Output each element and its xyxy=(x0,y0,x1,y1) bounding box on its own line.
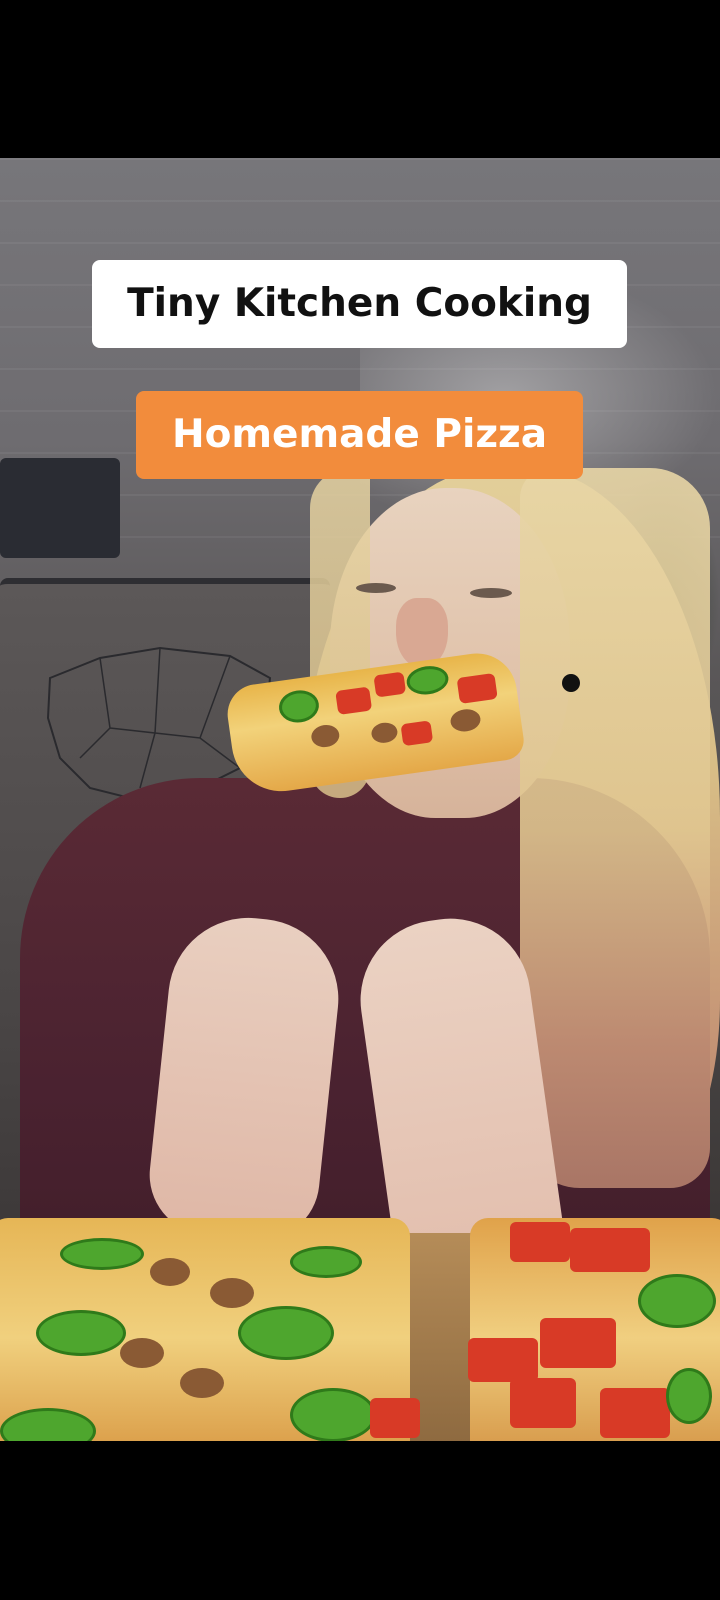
letterbox-top xyxy=(0,0,720,158)
jalapeno-topping xyxy=(238,1306,334,1360)
sausage-topping xyxy=(210,1278,254,1308)
caption-subtitle: Homemade Pizza xyxy=(136,391,583,479)
sausage-topping xyxy=(180,1368,224,1398)
jalapeno-topping xyxy=(290,1388,376,1441)
sausage-topping xyxy=(370,721,399,745)
tomato-topping xyxy=(335,686,373,715)
cushion xyxy=(0,458,120,558)
jalapeno-topping xyxy=(666,1368,712,1424)
jalapeno-topping xyxy=(36,1310,126,1356)
sausage-topping xyxy=(449,707,482,734)
sausage-topping xyxy=(309,723,341,749)
earring xyxy=(562,674,580,692)
tomato-topping xyxy=(456,672,498,704)
tomato-topping xyxy=(600,1388,670,1438)
tomato-topping xyxy=(373,671,407,698)
pizza-tray-right xyxy=(468,1218,720,1441)
jalapeno-topping xyxy=(0,1408,96,1441)
jalapeno-topping xyxy=(638,1274,716,1328)
tomato-topping xyxy=(540,1318,616,1368)
tomato-topping xyxy=(468,1338,538,1382)
tomato-topping xyxy=(570,1228,650,1272)
tomato-topping xyxy=(510,1222,570,1262)
letterbox-bottom xyxy=(0,1441,720,1600)
jalapeno-topping xyxy=(276,687,321,726)
pizza-tray-left xyxy=(0,1218,420,1441)
sausage-topping xyxy=(120,1338,164,1368)
eye-right xyxy=(470,588,512,598)
tomato-topping xyxy=(370,1398,420,1438)
hair-strand-right xyxy=(520,468,710,1188)
jalapeno-topping xyxy=(290,1246,362,1278)
jalapeno-topping xyxy=(60,1238,144,1270)
tomato-topping xyxy=(510,1378,576,1428)
sausage-topping xyxy=(150,1258,190,1286)
jalapeno-topping xyxy=(404,663,451,698)
tomato-topping xyxy=(400,720,434,747)
caption-title: Tiny Kitchen Cooking xyxy=(92,260,627,348)
video-player[interactable] xyxy=(0,158,720,1441)
eye-left xyxy=(356,583,396,593)
